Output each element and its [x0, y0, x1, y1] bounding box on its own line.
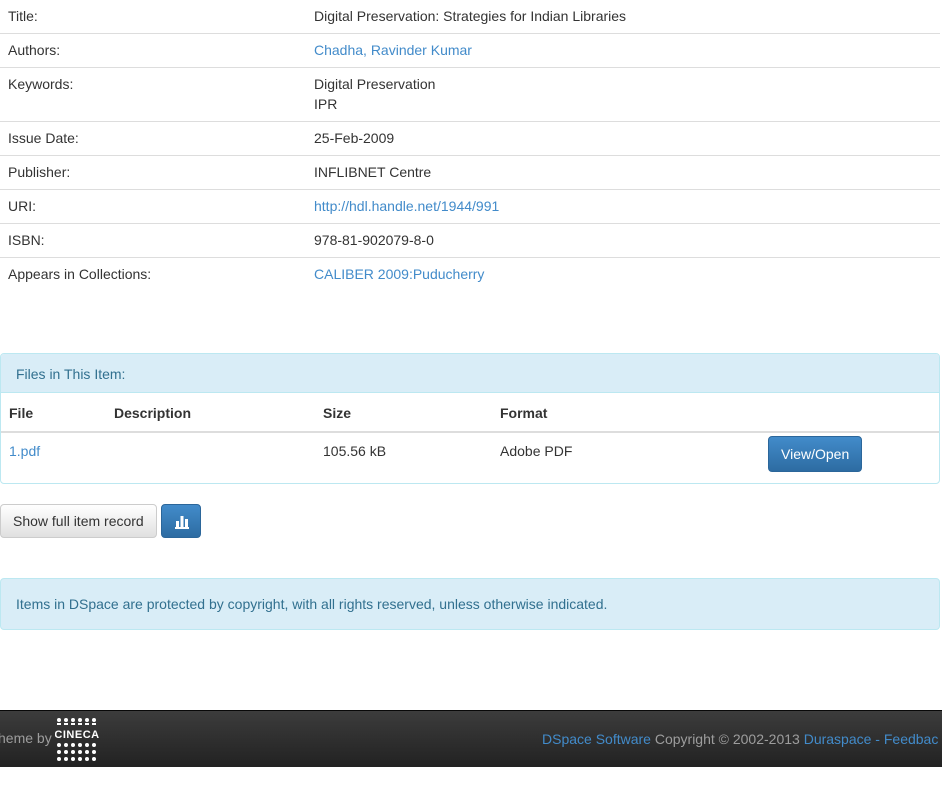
metadata-row-publisher: Publisher: INFLIBNET Centre [0, 155, 940, 190]
column-header-action [760, 393, 939, 433]
column-header-size: Size [315, 393, 492, 433]
dspace-software-link[interactable]: DSpace Software [542, 731, 651, 747]
copyright-text: Copyright © 2002-2013 [650, 731, 804, 747]
show-full-record-button[interactable]: Show full item record [0, 504, 157, 538]
footer-separator: - [871, 731, 884, 747]
files-table: File Description Size Format 1.pdf 105.5… [1, 393, 939, 480]
item-metadata-table: Title: Digital Preservation: Strategies … [0, 0, 940, 291]
file-description [106, 432, 315, 480]
collection-link[interactable]: CALIBER 2009:Puducherry [314, 266, 484, 282]
keyword-value: IPR [314, 96, 338, 112]
view-open-button[interactable]: View/Open [768, 436, 863, 472]
isbn-label: ISBN: [0, 223, 306, 258]
table-row: 1.pdf 105.56 kB Adobe PDF View/Open [1, 432, 939, 480]
author-link[interactable]: Chadha, Ravinder Kumar [314, 42, 472, 58]
metadata-row-issue-date: Issue Date: 25-Feb-2009 [0, 121, 940, 156]
feedback-link[interactable]: Feedbac [884, 731, 938, 747]
uri-label: URI: [0, 189, 306, 224]
column-header-description: Description [106, 393, 315, 433]
metadata-row-uri: URI: http://hdl.handle.net/1944/991 [0, 189, 940, 224]
file-format: Adobe PDF [500, 443, 573, 459]
uri-link[interactable]: http://hdl.handle.net/1944/991 [314, 198, 499, 214]
title-label: Title: [8, 8, 38, 24]
metadata-row-title: Title: Digital Preservation: Strategies … [0, 0, 940, 34]
column-header-format: Format [492, 393, 760, 433]
theme-by-text: heme by [0, 730, 52, 746]
bar-chart-icon [175, 516, 189, 529]
isbn-value: 978-81-902079-8-0 [306, 223, 940, 258]
keywords-label: Keywords: [0, 67, 306, 122]
cineca-logo[interactable]: CINECA [55, 717, 99, 763]
metadata-row-keywords: Keywords: Digital Preservation IPR [0, 67, 940, 122]
files-panel-heading: Files in This Item: [1, 354, 939, 393]
publisher-label: Publisher: [0, 155, 306, 190]
metadata-row-collections: Appears in Collections: CALIBER 2009:Pud… [0, 257, 940, 291]
metadata-row-authors: Authors: Chadha, Ravinder Kumar [0, 33, 940, 68]
collections-label: Appears in Collections: [0, 257, 306, 291]
file-size: 105.56 kB [323, 443, 387, 459]
metadata-row-isbn: ISBN: 978-81-902079-8-0 [0, 223, 940, 258]
publisher-value: INFLIBNET Centre [306, 155, 940, 190]
issue-date-label: Issue Date: [0, 121, 306, 156]
files-panel: Files in This Item: File Description Siz… [0, 353, 940, 484]
statistics-button[interactable] [161, 504, 201, 538]
footer: heme by CINECA DSpace Software Copyright… [0, 710, 942, 767]
column-header-file: File [1, 393, 106, 433]
footer-credits: DSpace Software Copyright © 2002-2013 Du… [542, 729, 938, 749]
title-value: Digital Preservation: Strategies for Ind… [314, 8, 627, 24]
cineca-logo-text: CINECA [55, 729, 99, 741]
files-table-header: File Description Size Format [1, 393, 939, 433]
authors-label: Authors: [0, 33, 306, 68]
copyright-notice: Items in DSpace are protected by copyrig… [0, 578, 940, 630]
keyword-value: Digital Preservation [314, 76, 436, 92]
duraspace-link[interactable]: Duraspace [804, 731, 872, 747]
file-link[interactable]: 1.pdf [9, 443, 40, 459]
issue-date-value: 25-Feb-2009 [306, 121, 940, 156]
